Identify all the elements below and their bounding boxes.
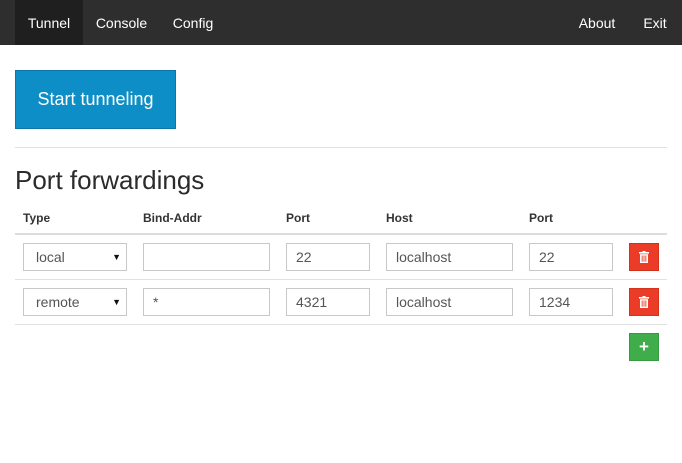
row-divider — [15, 324, 667, 325]
trash-icon — [639, 251, 649, 263]
column-header-host-port: Port — [529, 211, 553, 225]
type-select[interactable]: local ▼ — [23, 243, 127, 271]
bind-addr-input[interactable] — [143, 243, 270, 271]
type-select-value: local — [36, 249, 65, 265]
bind-addr-input[interactable] — [143, 288, 270, 316]
nav-tab-console[interactable]: Console — [83, 0, 160, 45]
table-header-divider — [15, 233, 667, 235]
port-input[interactable] — [286, 288, 370, 316]
type-select-value: remote — [36, 294, 80, 310]
navbar: Tunnel Console Config About Exit — [0, 0, 682, 45]
delete-row-button[interactable] — [629, 288, 659, 316]
type-select[interactable]: remote ▼ — [23, 288, 127, 316]
host-port-input[interactable] — [529, 288, 613, 316]
add-forwarding-button[interactable]: + — [629, 333, 659, 361]
port-input[interactable] — [286, 243, 370, 271]
host-port-input[interactable] — [529, 243, 613, 271]
nav-link-exit[interactable]: Exit — [634, 0, 676, 45]
trash-icon — [639, 296, 649, 308]
section-title: Port forwardings — [15, 165, 205, 195]
column-header-host: Host — [386, 211, 413, 225]
column-header-type: Type — [23, 211, 51, 225]
nav-link-about[interactable]: About — [567, 0, 627, 45]
caret-down-icon: ▼ — [112, 252, 121, 262]
host-input[interactable] — [386, 243, 513, 271]
nav-tab-tunnel[interactable]: Tunnel — [15, 0, 83, 45]
host-input[interactable] — [386, 288, 513, 316]
row-divider — [15, 279, 667, 280]
start-tunneling-button[interactable]: Start tunneling — [15, 70, 176, 129]
plus-icon: + — [639, 337, 649, 356]
column-header-bind-addr: Bind-Addr — [143, 211, 202, 225]
delete-row-button[interactable] — [629, 243, 659, 271]
divider — [15, 147, 667, 148]
caret-down-icon: ▼ — [112, 297, 121, 307]
column-header-port: Port — [286, 211, 310, 225]
nav-tab-config[interactable]: Config — [160, 0, 226, 45]
